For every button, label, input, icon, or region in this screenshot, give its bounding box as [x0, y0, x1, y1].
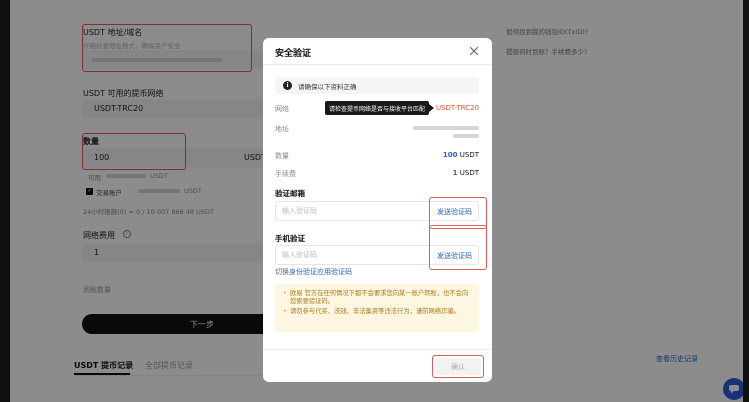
security-verification-dialog: 安全验证 i 请确保以下资料正确 网络 请检查提币网络是否与接收平台匹配 USD…	[263, 38, 492, 382]
fee-row-value: 1 USDT	[453, 169, 479, 177]
warning-item: • 请勿参与代买、洗钱、非法集资等违法行为，谨防网络诈骗。	[283, 308, 471, 316]
address-row-label: 地址	[275, 125, 289, 133]
fee-row-label: 手续费	[275, 170, 296, 178]
close-icon[interactable]	[467, 44, 481, 58]
switch-authenticator-link[interactable]: 身份验证应用验证码	[289, 268, 352, 276]
fee-row-number: 1	[452, 169, 458, 177]
warning-text-2: 请勿参与代买、洗钱、非法集资等违法行为，谨防网络诈骗。	[290, 308, 461, 315]
phone-code-input[interactable]	[282, 249, 422, 261]
switch-verification-text: 切换身份验证应用验证码	[275, 267, 352, 277]
network-tooltip: 请检查提币网络是否与接收平台匹配	[325, 101, 429, 115]
address-row-blurred-2	[453, 134, 479, 138]
switch-prefix: 切换	[275, 268, 289, 276]
bullet-icon: •	[283, 290, 287, 297]
amount-row-value: 100 USDT	[443, 151, 479, 159]
annotation-phone-send	[429, 225, 487, 270]
warning-text-1: 欧易 官方在任何情况下都不会要求您向某一账户转账，也不会向您索要验证码。	[290, 290, 469, 305]
network-row-value: USDT-TRC20	[435, 104, 479, 112]
warning-item: • 欧易 官方在任何情况下都不会要求您向某一账户转账，也不会向您索要验证码。	[283, 290, 471, 306]
info-icon: i	[283, 81, 292, 90]
amount-row-unit: USDT	[459, 151, 479, 159]
phone-verification-label: 手机验证	[275, 234, 305, 243]
dialog-title: 安全验证	[275, 49, 312, 59]
tooltip-arrow	[429, 104, 434, 112]
email-code-input[interactable]	[282, 205, 422, 217]
network-row-label: 网络	[275, 105, 289, 113]
email-verification-label: 验证邮箱	[275, 189, 305, 198]
notice-text: 请确保以下资料正确	[298, 83, 357, 91]
title-divider	[263, 64, 492, 65]
fee-row-unit: USDT	[459, 169, 479, 177]
amount-row-label: 数量	[275, 152, 289, 160]
footer-divider	[263, 349, 492, 350]
annotation-confirm	[432, 355, 484, 378]
bullet-icon: •	[283, 308, 287, 315]
security-warning: • 欧易 官方在任何情况下都不会要求您向某一账户转账，也不会向您索要验证码。 •…	[275, 284, 479, 332]
confirm-info-notice: i 请确保以下资料正确	[275, 77, 479, 94]
address-row-blurred	[413, 126, 479, 130]
amount-row-number: 100	[442, 151, 458, 159]
